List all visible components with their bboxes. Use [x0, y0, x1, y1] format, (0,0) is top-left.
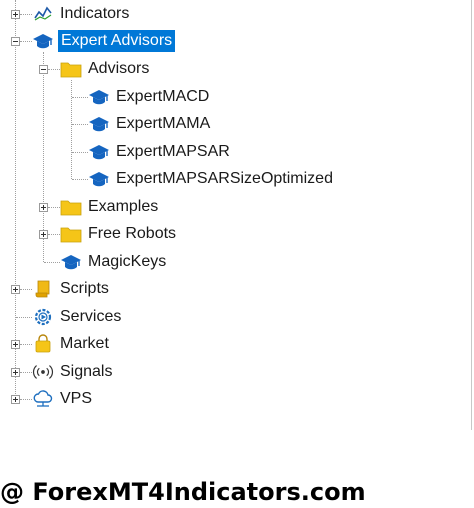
tree-connector [20, 372, 32, 373]
expand-market-button[interactable] [11, 340, 20, 349]
tree-connector [44, 262, 60, 263]
vps-cloud-icon [32, 388, 54, 410]
navigator-tree: Indicators Expert Advisors Advisors Expe… [0, 0, 474, 430]
tree-item-label: Signals [60, 363, 113, 380]
expand-signals-button[interactable] [11, 368, 20, 377]
tree-item-label: Free Robots [88, 225, 177, 242]
expert-advisor-icon [88, 141, 110, 163]
tree-item-label: VPS [60, 390, 93, 407]
expert-advisor-icon [60, 251, 82, 273]
watermark-text: @ ForexMT4Indicators.com [0, 478, 366, 506]
tree-item-label: MagicKeys [88, 253, 167, 270]
tree-item-label: ExpertMAPSARSizeOptimized [116, 170, 333, 187]
script-scroll-icon [32, 278, 54, 300]
tree-item-signals[interactable]: Signals [32, 360, 114, 384]
tree-connector [20, 14, 32, 15]
tree-item-label: ExpertMAMA [116, 115, 211, 132]
tree-connector [20, 41, 32, 42]
tree-item-label: Scripts [60, 280, 109, 297]
tree-connector [20, 399, 32, 400]
expand-free-robots-button[interactable] [39, 230, 48, 239]
market-bag-icon [32, 333, 54, 355]
tree-item-expertmapsar[interactable]: ExpertMAPSAR [88, 140, 232, 164]
tree-item-label: ExpertMAPSAR [116, 143, 230, 160]
expert-advisor-icon [88, 113, 110, 135]
tree-item-label: Indicators [60, 5, 130, 22]
expand-examples-button[interactable] [39, 203, 48, 212]
tree-connector [20, 344, 32, 345]
expand-indicators-button[interactable] [11, 10, 20, 19]
expand-vps-button[interactable] [11, 395, 20, 404]
collapse-advisors-button[interactable] [39, 65, 48, 74]
tree-connector [48, 69, 60, 70]
tree-item-examples[interactable]: Examples [60, 195, 160, 219]
indicator-icon [32, 3, 54, 25]
tree-item-services[interactable]: Services [32, 305, 123, 329]
tree-item-advisors[interactable]: Advisors [60, 57, 151, 81]
tree-item-label: ExpertMACD [116, 88, 210, 105]
folder-icon [60, 196, 82, 218]
tree-connector [72, 97, 88, 98]
expand-scripts-button[interactable] [11, 285, 20, 294]
tree-item-expertmapsarsizeoptimized[interactable]: ExpertMAPSARSizeOptimized [88, 167, 335, 191]
tree-item-vps[interactable]: VPS [32, 387, 94, 411]
tree-item-label: Expert Advisors [58, 30, 176, 52]
tree-item-expertmacd[interactable]: ExpertMACD [88, 85, 211, 109]
tree-connector [72, 152, 88, 153]
tree-item-scripts[interactable]: Scripts [32, 277, 111, 301]
tree-connector [48, 207, 60, 208]
tree-item-label: Services [60, 308, 122, 325]
tree-item-expert-advisors[interactable]: Expert Advisors [32, 29, 176, 53]
tree-item-indicators[interactable]: Indicators [32, 2, 131, 26]
tree-item-market[interactable]: Market [32, 332, 111, 356]
tree-item-label: Market [60, 335, 109, 352]
expert-advisor-icon [32, 30, 54, 52]
tree-connector [48, 234, 60, 235]
signals-broadcast-icon [32, 361, 54, 383]
expert-advisor-icon [88, 168, 110, 190]
tree-connector [20, 289, 32, 290]
collapse-expert-advisors-button[interactable] [11, 37, 20, 46]
tree-item-free-robots[interactable]: Free Robots [60, 222, 178, 246]
services-gear-icon [32, 306, 54, 328]
tree-connector [72, 179, 88, 180]
tree-item-label: Advisors [88, 60, 150, 77]
folder-icon [60, 223, 82, 245]
expert-advisor-icon [88, 86, 110, 108]
tree-item-magickeys[interactable]: MagicKeys [60, 250, 168, 274]
tree-connector [72, 124, 88, 125]
tree-line-advisors [71, 80, 72, 179]
tree-item-label: Examples [88, 198, 159, 215]
tree-item-expertmama[interactable]: ExpertMAMA [88, 112, 212, 136]
panel-right-border [471, 0, 472, 430]
folder-icon [60, 58, 82, 80]
tree-connector [16, 317, 32, 318]
